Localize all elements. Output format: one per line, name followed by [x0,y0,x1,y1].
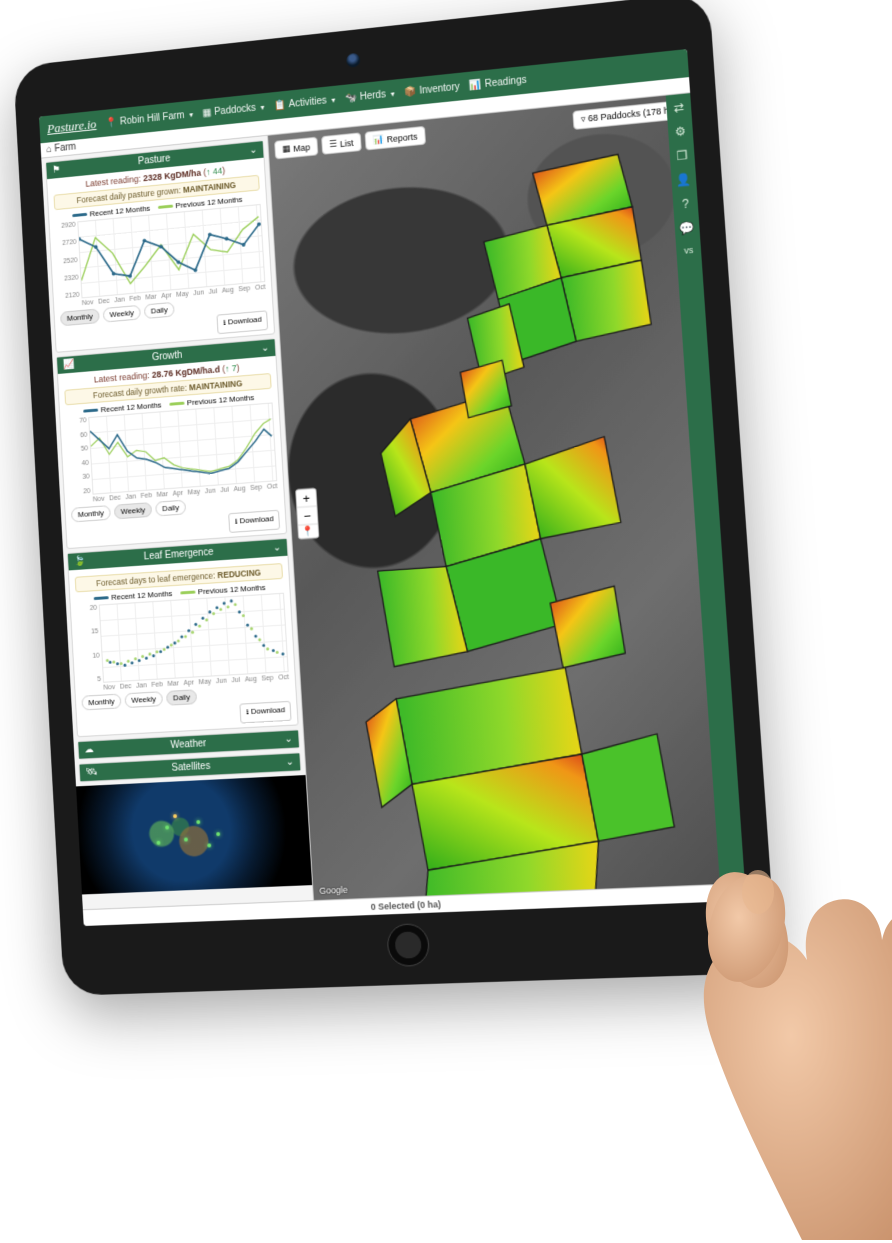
map-area[interactable]: ▦ Map ☰ List 📊 Reports ▿ 68 Paddocks (17… [268,93,745,900]
readings-icon: 📊 [469,79,482,91]
panel-satellites-title: Satellites [103,757,281,777]
growth-yaxis: 7060 5040 3020 [66,417,91,496]
sidebar: ⚑ Pasture Latest reading: 2328 KgDM/ha (… [41,136,314,910]
tab-weekly[interactable]: Weekly [103,305,141,323]
growth-icon: 📈 [63,359,75,371]
activities-icon: 📋 [274,99,287,111]
leaf-chart [99,593,289,683]
pasture-yaxis: 29202720 25202320 2120 [55,222,80,301]
flag-icon: ⚑ [52,164,61,175]
leaf-icon: 🍃 [74,556,86,567]
chevron-down-icon[interactable] [249,145,258,156]
nav-readings-label: Readings [484,74,527,89]
selection-count: 0 Selected (0 ha) [370,899,441,912]
tab-monthly[interactable]: Monthly [60,308,100,326]
inventory-icon: 📦 [404,86,417,98]
tablet-camera [346,53,360,68]
tool-chat-icon[interactable]: 💬 [679,220,695,235]
list-view-button[interactable]: ☰ List [321,132,362,155]
tool-shuffle-icon[interactable]: ⇄ [673,100,684,115]
growth-chart [88,402,277,494]
nav-inventory-label: Inventory [419,81,460,96]
nav-farm-name: Robin Hill Farm [120,110,185,127]
locate-button[interactable]: 📍 [298,524,318,538]
breadcrumb-farm[interactable]: Farm [54,142,76,155]
tool-vs-label[interactable]: vs [684,245,694,256]
tablet-home-button[interactable] [386,923,430,967]
tab-daily[interactable]: Daily [166,689,197,705]
satellite-globe[interactable] [76,775,312,894]
panel-pasture: ⚑ Pasture Latest reading: 2328 KgDM/ha (… [45,140,275,353]
tab-monthly[interactable]: Monthly [71,505,111,522]
tool-gear-icon[interactable]: ⚙ [675,124,687,139]
pin-icon: 📍 [105,117,117,129]
zoom-in-button[interactable]: + [296,489,316,508]
app-screen: Pasture.io 📍 Robin Hill Farm ▦ Paddocks … [39,49,746,926]
chevron-down-icon[interactable] [286,757,295,768]
nav-paddocks[interactable]: ▦ Paddocks [202,101,265,118]
panel-weather-title: Weather [99,734,279,754]
nav-herds-label: Herds [360,89,387,102]
panel-leaf: 🍃 Leaf Emergence Forecast days to leaf e… [67,538,299,737]
growth-download-button[interactable]: ⭳ Download [229,510,281,533]
tool-layers-icon[interactable]: ❐ [676,148,688,163]
map-attribution: Google [319,885,348,896]
leaf-download-button[interactable]: ⭳ Download [240,701,292,724]
nav-paddocks-label: Paddocks [214,102,256,117]
tool-help-icon[interactable]: ? [682,197,690,212]
nav-activities-label: Activities [288,95,327,110]
tab-monthly[interactable]: Monthly [81,694,121,711]
pasture-download-button[interactable]: ⭳ Download [217,310,268,334]
herds-icon: 🐄 [345,92,358,104]
weather-icon: ☁ [84,744,94,755]
zoom-control: + − 📍 [295,488,319,540]
tab-weekly[interactable]: Weekly [114,502,152,519]
zoom-out-button[interactable]: − [297,507,317,526]
satellite-icon: 🛰 [85,767,98,778]
nav-farm-selector[interactable]: 📍 Robin Hill Farm [105,109,193,129]
tab-weekly[interactable]: Weekly [124,691,163,708]
nav-herds[interactable]: 🐄 Herds [345,88,395,104]
tab-daily[interactable]: Daily [144,302,175,319]
nav-readings[interactable]: 📊 Readings [469,74,527,91]
nav-activities[interactable]: 📋 Activities [274,94,336,111]
leaf-yaxis: 2015 105 [76,605,101,684]
panel-growth: 📈 Growth Latest reading: 28.76 KgDM/ha.d… [56,338,287,549]
chevron-down-icon[interactable] [261,343,270,354]
pasture-chart [77,204,265,298]
paddocks-icon: ▦ [202,107,212,119]
chevron-down-icon[interactable] [284,734,293,745]
tab-daily[interactable]: Daily [155,500,186,517]
nav-inventory[interactable]: 📦 Inventory [404,81,460,98]
main-split: ⚑ Pasture Latest reading: 2328 KgDM/ha (… [41,93,745,909]
tablet-frame: Pasture.io 📍 Robin Hill Farm ▦ Paddocks … [13,0,777,996]
home-icon[interactable]: ⌂ [46,144,52,155]
chevron-down-icon[interactable] [273,542,282,553]
brand-logo[interactable]: Pasture.io [47,116,97,136]
tool-user-icon[interactable]: 👤 [676,172,692,188]
